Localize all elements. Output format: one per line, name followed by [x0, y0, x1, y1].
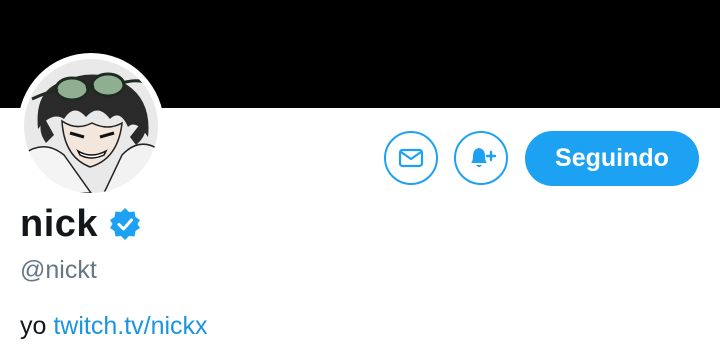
profile-handle: @nickt: [20, 256, 97, 284]
display-name-row: nick: [20, 200, 142, 248]
bell-plus-icon: [471, 148, 497, 167]
bio-link[interactable]: twitch.tv/nickx: [53, 312, 207, 340]
display-name: nick: [20, 202, 99, 245]
avatar-image: [24, 59, 158, 193]
profile-bio: yo twitch.tv/nickx: [20, 312, 208, 341]
envelope-icon: [398, 148, 424, 168]
verified-badge-icon: [110, 208, 141, 240]
message-button[interactable]: [384, 131, 438, 185]
bio-text: yo: [20, 312, 47, 340]
profile-avatar[interactable]: [18, 53, 164, 199]
following-button[interactable]: Seguindo: [525, 131, 699, 186]
notifications-button[interactable]: [454, 131, 508, 185]
